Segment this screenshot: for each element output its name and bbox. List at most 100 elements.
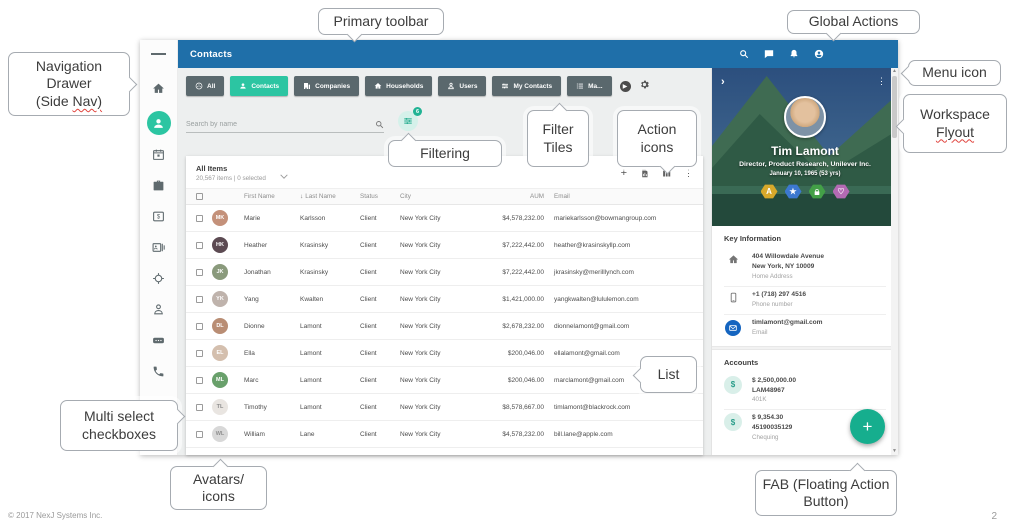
row-checkbox[interactable] bbox=[196, 404, 203, 411]
account-item[interactable]: $ $ 2,500,000.00 LAM48967 401K bbox=[724, 373, 886, 411]
workspace-flyout: › ⋮ Tim Lamont Director, Product Researc… bbox=[711, 68, 898, 455]
cell-aum: $7,222,442.00 bbox=[470, 242, 554, 249]
home-icon[interactable] bbox=[151, 80, 167, 96]
contact-card-icon[interactable] bbox=[151, 239, 167, 255]
home-icon bbox=[724, 252, 742, 280]
row-checkbox[interactable] bbox=[196, 323, 203, 330]
scrollbar-thumb[interactable] bbox=[892, 76, 897, 138]
user-icon bbox=[447, 82, 455, 90]
table-row[interactable]: EL Ella Lamont Client New York City $200… bbox=[186, 340, 703, 367]
avatar: YK bbox=[212, 291, 228, 307]
lock-badge[interactable] bbox=[809, 184, 826, 199]
heart-badge[interactable]: ♡ bbox=[833, 184, 850, 199]
hamburger-menu-icon[interactable] bbox=[151, 46, 167, 62]
scroll-down-icon[interactable]: ▼ bbox=[892, 448, 897, 455]
search-field[interactable] bbox=[186, 120, 384, 133]
cell-last-name: Kwalten bbox=[300, 296, 360, 303]
row-checkbox[interactable] bbox=[196, 350, 203, 357]
column-city[interactable]: City bbox=[400, 193, 470, 200]
tile-companies[interactable]: Companies bbox=[294, 76, 359, 96]
cell-city: New York City bbox=[400, 404, 470, 411]
search-input[interactable] bbox=[186, 121, 375, 128]
column-status[interactable]: Status bbox=[360, 193, 400, 200]
target-icon[interactable] bbox=[151, 270, 167, 286]
chat-icon[interactable] bbox=[764, 49, 774, 59]
calendar-icon[interactable] bbox=[151, 146, 167, 162]
export-report-icon[interactable] bbox=[640, 169, 649, 178]
phone-label: Phone number bbox=[752, 301, 806, 308]
address-item[interactable]: 404 Willowdale Avenue New York, NY 10009… bbox=[724, 249, 886, 287]
cell-last-name: Krasinsky bbox=[300, 242, 360, 249]
column-last-name[interactable]: ↓Last Name bbox=[300, 193, 360, 200]
search-icon[interactable] bbox=[739, 49, 749, 59]
cell-city: New York City bbox=[400, 269, 470, 276]
tag-icon[interactable] bbox=[151, 332, 167, 348]
settings-gear-icon[interactable] bbox=[639, 77, 650, 95]
tile-marketing[interactable]: Ma... bbox=[567, 76, 611, 96]
table-row[interactable]: YK Yang Kwalten Client New York City $1,… bbox=[186, 286, 703, 313]
cell-aum: $4,578,232.00 bbox=[470, 215, 554, 222]
cell-email: mariekarlsson@bowmangroup.com bbox=[554, 215, 703, 222]
table-row[interactable]: ML Marc Lamont Client New York City $200… bbox=[186, 367, 703, 394]
phone-item[interactable]: +1 (718) 297 4516 Phone number bbox=[724, 287, 886, 315]
table-row[interactable]: JK Jonathan Krasinsky Client New York Ci… bbox=[186, 259, 703, 286]
phone-icon[interactable] bbox=[151, 363, 167, 379]
email-item[interactable]: timlamont@gmail.com Email bbox=[724, 315, 886, 342]
sliders-icon bbox=[403, 116, 413, 126]
tile-my-contacts[interactable]: My Contacts bbox=[492, 76, 561, 96]
list-subtitle: 20,567 items | 0 selected bbox=[196, 175, 266, 182]
tiles-scroll-icon[interactable]: ▶ bbox=[620, 81, 631, 92]
contacts-icon-active[interactable] bbox=[147, 111, 171, 135]
group-icon bbox=[195, 82, 203, 90]
row-checkbox[interactable] bbox=[196, 296, 203, 303]
filter-tiles: All Contacts Companies Households bbox=[186, 76, 703, 96]
table-row[interactable]: DL Dionne Lamont Client New York City $2… bbox=[186, 313, 703, 340]
cell-status: Client bbox=[360, 269, 400, 276]
star-badge[interactable]: ★ bbox=[785, 184, 802, 199]
row-checkbox[interactable] bbox=[196, 377, 203, 384]
overflow-menu-icon[interactable]: ⋮ bbox=[684, 168, 693, 179]
row-checkbox[interactable] bbox=[196, 242, 203, 249]
account-icon[interactable] bbox=[814, 49, 824, 59]
fab-button[interactable]: + bbox=[850, 409, 885, 444]
column-first-name[interactable]: First Name bbox=[244, 193, 300, 200]
add-icon[interactable]: + bbox=[621, 168, 627, 178]
row-checkbox[interactable] bbox=[196, 431, 203, 438]
table-row[interactable]: MK Marie Karlsson Client New York City $… bbox=[186, 205, 703, 232]
cell-email: yangkwalten@lululemon.com bbox=[554, 296, 703, 303]
page-number: 2 bbox=[991, 511, 997, 522]
tile-users[interactable]: Users bbox=[438, 76, 486, 96]
filter-sliders-button[interactable]: 6 bbox=[398, 111, 418, 131]
row-checkbox[interactable] bbox=[196, 215, 203, 222]
collapse-arrow-icon[interactable]: › bbox=[721, 76, 725, 88]
tile-households[interactable]: Households bbox=[365, 76, 432, 96]
table-row[interactable]: WL William Lane Client New York City $4,… bbox=[186, 421, 703, 448]
tile-all[interactable]: All bbox=[186, 76, 224, 96]
cell-first-name: Marie bbox=[244, 215, 300, 222]
tile-contacts[interactable]: Contacts bbox=[230, 76, 288, 96]
billing-icon[interactable]: $ bbox=[151, 208, 167, 224]
cell-aum: $8,578,667.00 bbox=[470, 404, 554, 411]
cell-aum: $7,222,442.00 bbox=[470, 269, 554, 276]
account-amount: $ 9,354.30 bbox=[752, 413, 792, 423]
grade-a-badge[interactable]: A bbox=[761, 184, 778, 199]
column-aum[interactable]: AUM bbox=[470, 193, 554, 200]
search-icon[interactable] bbox=[375, 120, 384, 129]
chevron-down-icon[interactable] bbox=[280, 166, 288, 184]
play-icon: ▶ bbox=[623, 83, 628, 90]
column-email[interactable]: Email bbox=[554, 193, 703, 200]
action-icons: + ⋮ bbox=[621, 168, 693, 179]
person-outline-icon[interactable] bbox=[151, 301, 167, 317]
avatar: EL bbox=[212, 345, 228, 361]
select-all-checkbox[interactable] bbox=[196, 193, 203, 200]
tile-label: Contacts bbox=[251, 83, 279, 90]
row-checkbox[interactable] bbox=[196, 269, 203, 276]
cell-status: Client bbox=[360, 242, 400, 249]
table-row[interactable]: TL Timothy Lamont Client New York City $… bbox=[186, 394, 703, 421]
scroll-up-icon[interactable]: ▲ bbox=[892, 68, 897, 75]
briefcase-icon[interactable] bbox=[151, 177, 167, 193]
flyout-menu-icon[interactable]: ⋮ bbox=[877, 76, 886, 87]
notifications-bell-icon[interactable] bbox=[789, 49, 799, 59]
address-label: Home Address bbox=[752, 273, 824, 280]
table-row[interactable]: HK Heather Krasinsky Client New York Cit… bbox=[186, 232, 703, 259]
